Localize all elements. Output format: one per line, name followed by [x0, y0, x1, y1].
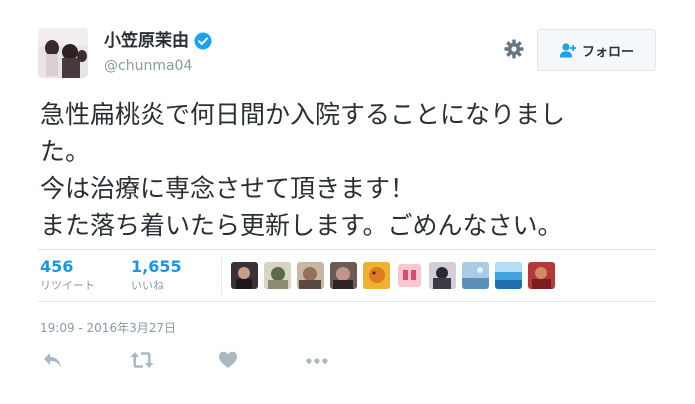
- liker-avatar[interactable]: [396, 262, 423, 289]
- tweet-text-line: 今は治療に専念させて頂きます！: [40, 174, 416, 203]
- retweet-label: リツイート: [40, 279, 95, 292]
- gear-icon[interactable]: [503, 38, 525, 60]
- display-name[interactable]: 小笠原茉由: [104, 30, 189, 52]
- tweet-timestamp[interactable]: 19:09 - 2016年3月27日: [40, 319, 176, 336]
- liker-avatar[interactable]: [363, 262, 390, 289]
- like-label: いいね: [131, 279, 164, 292]
- tweet-stats: 456 リツイート 1,655 いいね: [38, 249, 656, 302]
- tweet-text-line: た。: [40, 137, 91, 166]
- screen-name[interactable]: @chunma04: [104, 57, 192, 75]
- liker-avatar[interactable]: [330, 262, 357, 289]
- retweet-count[interactable]: 456: [40, 257, 95, 277]
- heart-icon[interactable]: [218, 350, 242, 372]
- more-dots-icon[interactable]: [306, 350, 330, 372]
- liker-avatar[interactable]: [429, 262, 456, 289]
- follow-person-plus-icon: [559, 43, 577, 58]
- avatar-image: [38, 28, 88, 78]
- retweet-icon[interactable]: [130, 350, 154, 372]
- follow-label: フォロー: [581, 44, 634, 60]
- follow-button[interactable]: フォロー: [537, 29, 656, 71]
- liker-avatar[interactable]: [297, 262, 324, 289]
- tweet-text-line: また落ち着いたら更新します。ごめんなさい。: [40, 211, 563, 240]
- liker-avatar[interactable]: [264, 262, 291, 289]
- liker-avatar[interactable]: [528, 262, 555, 289]
- avatar[interactable]: [38, 28, 88, 78]
- verified-badge-icon: [194, 32, 212, 50]
- liker-avatar[interactable]: [231, 262, 258, 289]
- display-name-row[interactable]: 小笠原茉由: [104, 30, 212, 52]
- like-count[interactable]: 1,655: [131, 257, 182, 277]
- liker-avatars: [231, 262, 561, 289]
- stats-divider: [221, 258, 222, 294]
- tweet-text-line: 急性扁桃炎で何日間か入院することになりまし: [40, 100, 566, 129]
- retweet-stat[interactable]: 456 リツイート: [40, 257, 95, 293]
- liker-avatar[interactable]: [462, 262, 489, 289]
- reply-icon[interactable]: [42, 350, 66, 372]
- tweet-text: 急性扁桃炎で何日間か入院することになりまし た。 今は治療に専念させて頂きます！…: [40, 96, 660, 244]
- like-stat[interactable]: 1,655 いいね: [131, 257, 182, 293]
- liker-avatar[interactable]: [495, 262, 522, 289]
- tweet-actions: [42, 350, 342, 374]
